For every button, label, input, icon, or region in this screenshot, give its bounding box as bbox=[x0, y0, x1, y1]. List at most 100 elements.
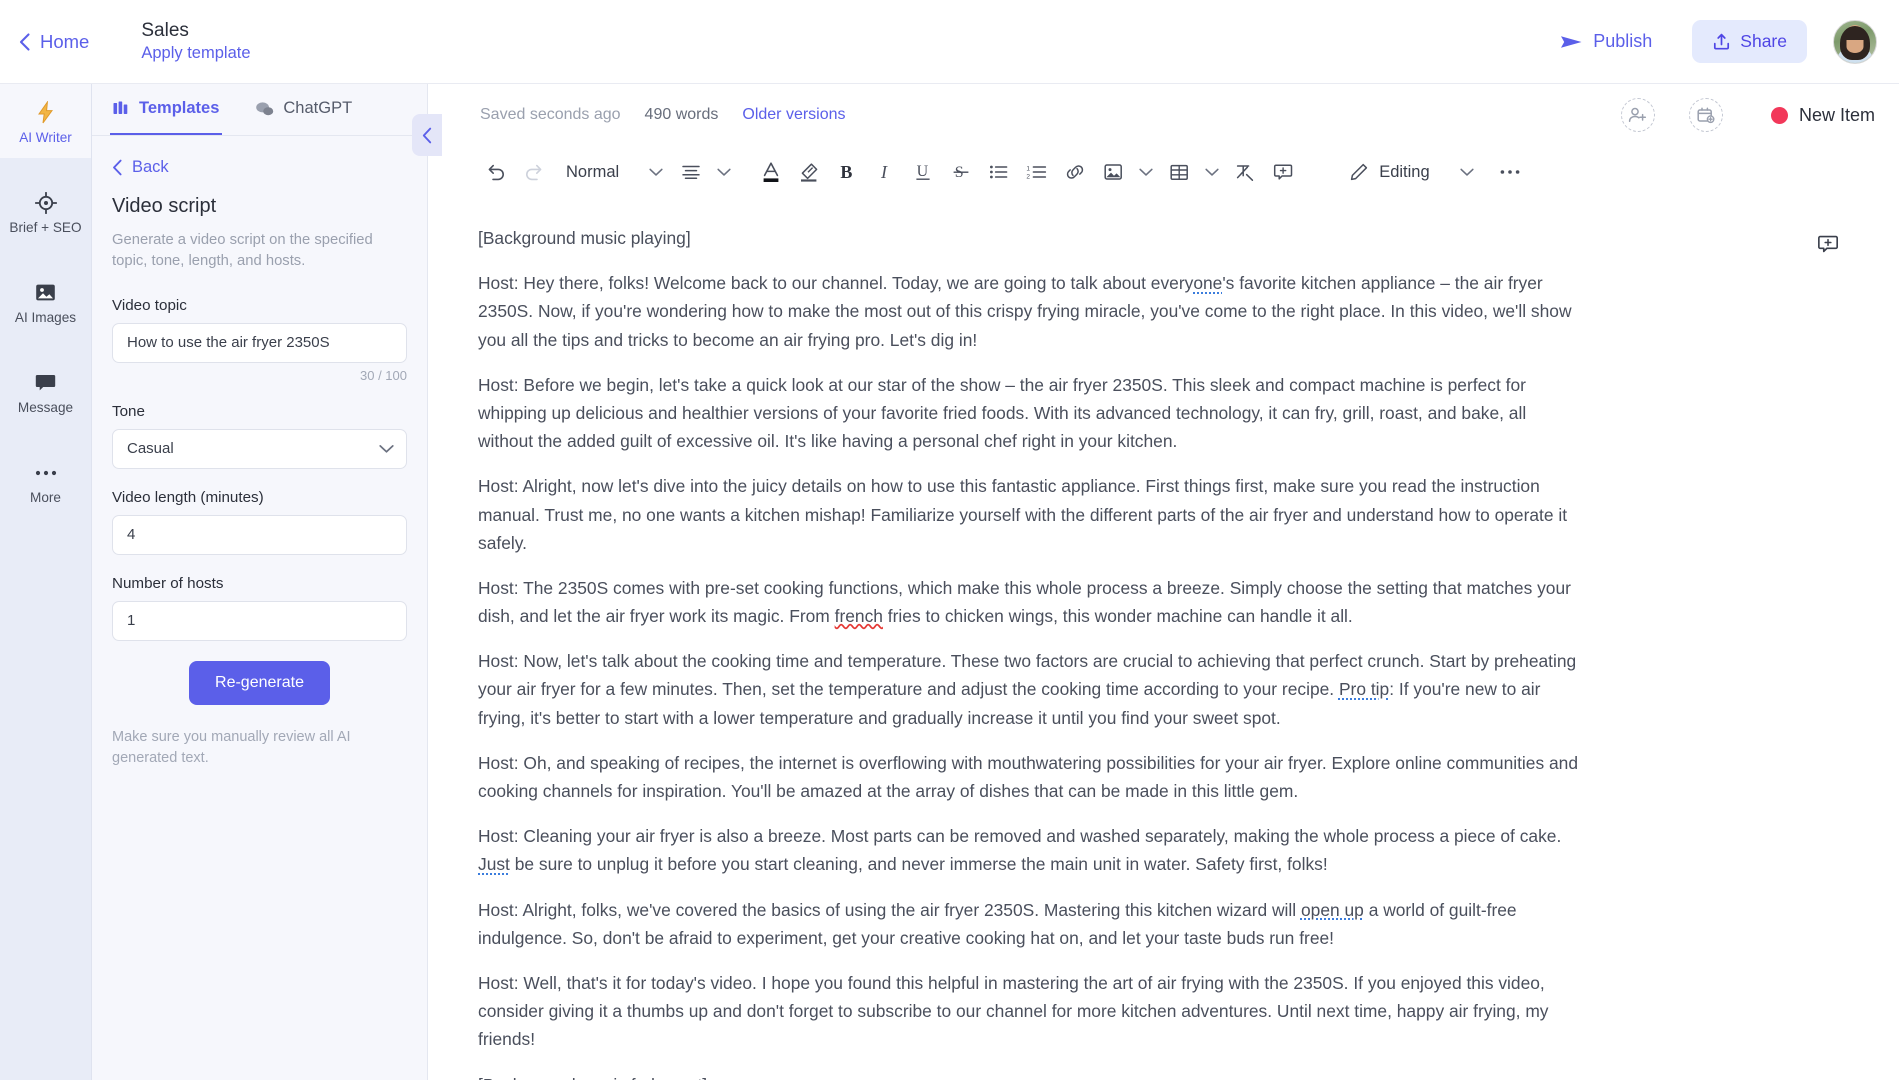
label-video-length: Video length (minutes) bbox=[112, 488, 264, 506]
older-versions-link[interactable]: Older versions bbox=[742, 106, 845, 124]
document-paragraph: [Background music playing] bbox=[478, 228, 691, 248]
avatar[interactable] bbox=[1833, 19, 1877, 64]
upload-icon bbox=[1712, 32, 1731, 51]
number-of-hosts-input[interactable] bbox=[112, 600, 407, 641]
document-paragraph: Host: Cleaning your air fryer is also a … bbox=[478, 826, 1562, 875]
svg-text:2: 2 bbox=[1027, 174, 1031, 180]
chat-bubbles-icon bbox=[255, 101, 274, 117]
bold-icon[interactable]: B bbox=[829, 155, 865, 189]
underline-icon[interactable]: U bbox=[905, 155, 941, 189]
italic-icon[interactable]: I bbox=[867, 155, 903, 189]
bullet-list-icon[interactable] bbox=[981, 155, 1017, 189]
image-dropdown-chevron-down-icon[interactable] bbox=[1133, 155, 1159, 189]
document-body[interactable]: [Background music playing] Host: Hey the… bbox=[478, 198, 1578, 1080]
editor-pane: Saved seconds ago 490 words Older versio… bbox=[428, 84, 1899, 1080]
status-dot-icon bbox=[1770, 106, 1788, 124]
templates-icon bbox=[113, 100, 130, 117]
video-topic-counter: 30 / 100 bbox=[360, 367, 407, 383]
chevron-left-icon bbox=[112, 159, 123, 176]
editing-mode-label: Editing bbox=[1379, 162, 1430, 181]
align-icon[interactable] bbox=[673, 155, 709, 189]
spellcheck-mark[interactable]: Just bbox=[478, 854, 510, 874]
tone-select[interactable] bbox=[112, 428, 407, 469]
regenerate-row: Re-generate bbox=[112, 660, 407, 705]
target-icon bbox=[34, 191, 57, 214]
field-tone: Tone bbox=[112, 403, 407, 469]
image-icon bbox=[35, 282, 56, 304]
regenerate-button[interactable]: Re-generate bbox=[189, 660, 330, 705]
document-paragraph: Host: Before we begin, let's take a quic… bbox=[478, 374, 1527, 452]
svg-text:1: 1 bbox=[1027, 165, 1031, 172]
svg-text:B: B bbox=[841, 162, 853, 182]
paragraph-style-select[interactable]: Normal bbox=[554, 163, 671, 182]
template-description: Generate a video script on the specified… bbox=[112, 232, 373, 270]
add-comment-icon[interactable] bbox=[1265, 155, 1301, 189]
link-icon[interactable] bbox=[1057, 155, 1093, 189]
pencil-icon bbox=[1349, 162, 1369, 182]
rail-item-more[interactable]: More bbox=[0, 444, 91, 518]
label-video-topic: Video topic bbox=[112, 296, 187, 314]
spellcheck-mark[interactable]: open up bbox=[1301, 900, 1364, 920]
field-video-topic: Video topic 30 / 100 bbox=[112, 297, 407, 383]
video-topic-input[interactable] bbox=[112, 322, 407, 363]
rail-item-ai-images[interactable]: AI Images bbox=[0, 264, 91, 338]
document-paragraph: [Background music fades out] bbox=[478, 1071, 1578, 1080]
text-color-icon[interactable] bbox=[753, 155, 789, 189]
document-paragraph: Host: Well, that's it for today's video.… bbox=[478, 972, 1549, 1050]
publish-label: Publish bbox=[1593, 31, 1653, 51]
panel-content: Back Video script Generate a video scrip… bbox=[92, 136, 427, 779]
tab-chatgpt[interactable]: ChatGPT bbox=[252, 84, 355, 135]
apply-template-link[interactable]: Apply template bbox=[141, 44, 250, 63]
status-badge[interactable]: New Item bbox=[1770, 105, 1875, 126]
avatar-hair bbox=[1840, 25, 1870, 60]
home-label: Home bbox=[40, 30, 90, 52]
saved-status: Saved seconds ago bbox=[480, 106, 621, 123]
rail-label-brief-seo: Brief + SEO bbox=[9, 219, 82, 235]
numbered-list-icon[interactable]: 1 2 bbox=[1019, 155, 1055, 189]
undo-icon[interactable] bbox=[478, 155, 514, 189]
lightning-icon bbox=[35, 101, 56, 124]
document-area: [Background music playing] Host: Hey the… bbox=[428, 198, 1899, 1080]
label-tone: Tone bbox=[112, 402, 145, 420]
panel-tabs: Templates ChatGPT bbox=[92, 84, 427, 136]
rail-item-brief-seo[interactable]: Brief + SEO bbox=[0, 174, 91, 248]
clear-formatting-icon[interactable] bbox=[1227, 155, 1263, 189]
spellcheck-mark[interactable]: french bbox=[835, 606, 883, 626]
strikethrough-icon[interactable]: S bbox=[943, 155, 979, 189]
tab-templates[interactable]: Templates bbox=[110, 84, 223, 135]
spellcheck-mark[interactable]: Pro tip bbox=[1339, 679, 1389, 699]
share-button[interactable]: Share bbox=[1692, 20, 1807, 63]
editing-mode-chevron-down-icon[interactable] bbox=[1454, 155, 1480, 189]
table-icon[interactable] bbox=[1161, 155, 1197, 189]
ellipsis-icon bbox=[34, 462, 58, 484]
rail-item-ai-writer[interactable]: AI Writer bbox=[0, 84, 91, 158]
publish-button[interactable]: Publish bbox=[1546, 23, 1666, 60]
spellcheck-mark[interactable]: one bbox=[1193, 273, 1222, 293]
add-task-button[interactable] bbox=[1688, 98, 1723, 132]
gutter-add-comment-icon[interactable] bbox=[1817, 232, 1841, 256]
image-icon[interactable] bbox=[1095, 155, 1131, 189]
ai-disclaimer: Make sure you manually review all AI gen… bbox=[112, 728, 351, 766]
back-link[interactable]: Back bbox=[112, 158, 407, 177]
word-count: 490 words bbox=[644, 106, 719, 123]
table-dropdown-chevron-down-icon[interactable] bbox=[1199, 155, 1225, 189]
more-icon[interactable] bbox=[1492, 155, 1528, 189]
collapse-panel-button[interactable] bbox=[412, 114, 442, 156]
document-paragraph: Host: Now, let's talk about the cooking … bbox=[478, 651, 1577, 728]
redo-icon[interactable] bbox=[516, 155, 552, 189]
rail-label-ai-writer: AI Writer bbox=[19, 129, 72, 145]
svg-text:U: U bbox=[917, 163, 929, 180]
chevron-down-icon bbox=[649, 168, 663, 177]
editing-mode-button[interactable]: Editing bbox=[1349, 162, 1430, 182]
rail-item-message[interactable]: Message bbox=[0, 354, 91, 428]
align-dropdown-chevron-down-icon[interactable] bbox=[711, 155, 737, 189]
invite-collaborator-button[interactable] bbox=[1620, 98, 1655, 132]
highlight-icon[interactable] bbox=[791, 155, 827, 189]
video-length-input[interactable] bbox=[112, 514, 407, 555]
tab-chatgpt-label: ChatGPT bbox=[283, 99, 353, 117]
send-icon bbox=[1560, 33, 1583, 51]
templates-panel: Templates ChatGPT Back Video script Gene… bbox=[92, 84, 442, 1080]
chat-icon bbox=[35, 372, 56, 394]
body-row: AI Writer Brief + SEO AI Images Message … bbox=[0, 84, 1899, 1080]
home-back-link[interactable]: Home bbox=[18, 31, 99, 53]
